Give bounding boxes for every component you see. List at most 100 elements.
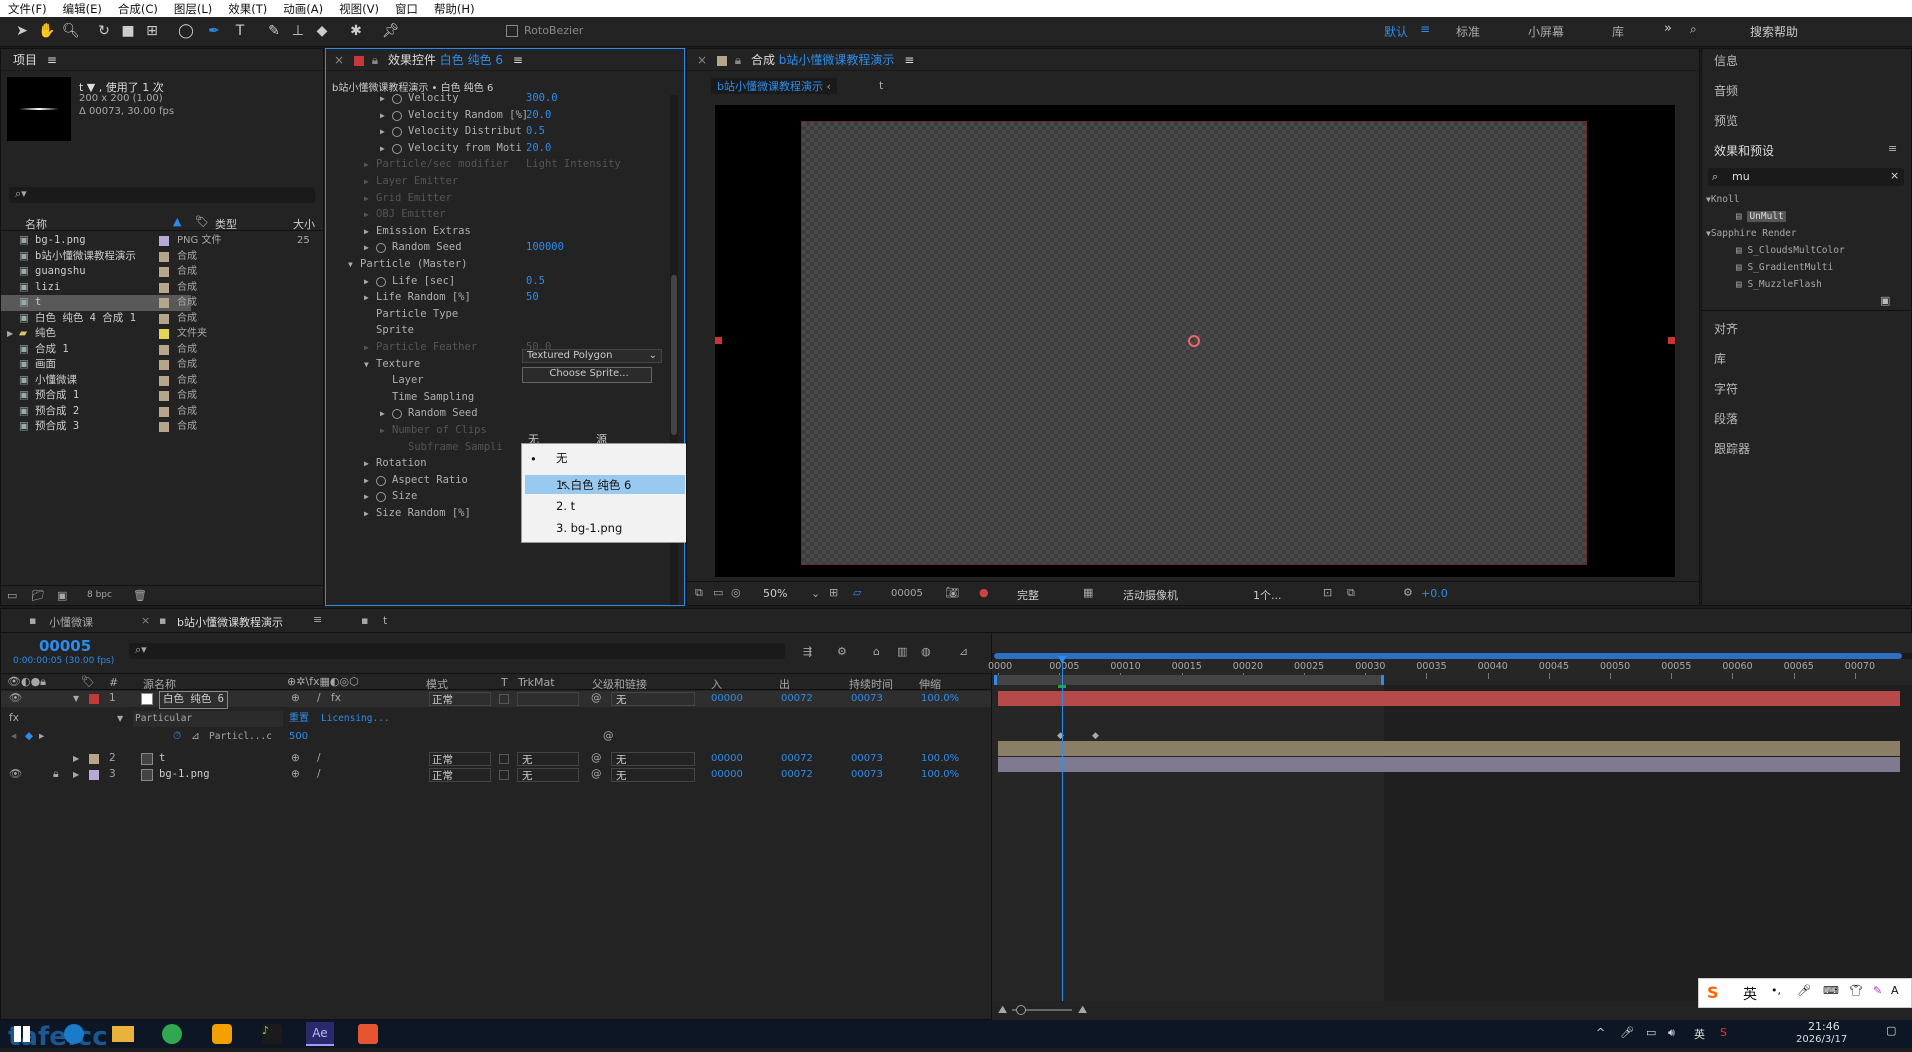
slides-icon[interactable]: [358, 1024, 378, 1044]
menu-window[interactable]: 窗口: [387, 1, 426, 17]
collapsed-triangle-icon[interactable]: ▶: [364, 456, 374, 472]
project-item[interactable]: ▣ 预合成 3 合成: [1, 419, 323, 435]
after-effects-icon[interactable]: Ae: [306, 1022, 334, 1046]
stopwatch-icon[interactable]: [392, 409, 402, 420]
frame-blend-icon[interactable]: ▥: [897, 645, 907, 658]
effect-property-value[interactable]: 100000: [526, 240, 564, 256]
label-swatch[interactable]: [159, 360, 169, 370]
anchor-point-icon[interactable]: [1188, 335, 1200, 347]
trash-icon[interactable]: 🗑︎: [133, 589, 147, 602]
project-item[interactable]: ▣ b站小懂微课教程演示 合成: [1, 249, 323, 265]
collapse-switch-icon[interactable]: ⊕: [291, 691, 300, 707]
effect-name[interactable]: Particular: [133, 711, 283, 727]
notification-icon[interactable]: ▢: [1886, 1024, 1896, 1037]
vr-icon[interactable]: ◎: [731, 586, 741, 599]
layer-duration[interactable]: 00073: [851, 751, 883, 767]
collapsed-triangle-icon[interactable]: ▶: [380, 91, 390, 107]
collapsed-triangle-icon[interactable]: ▶: [73, 767, 79, 783]
stopwatch-icon[interactable]: [376, 492, 386, 503]
ime-lang[interactable]: 英: [1694, 1026, 1705, 1042]
layer-row[interactable]: 👁︎ ▼ 1 白色 纯色 6 ⊕ / fx 正常 @ 无 00000 00072 00073 100.0%: [1, 691, 991, 709]
effect-property-row[interactable]: ▶ Number of Clips: [326, 423, 666, 439]
ellipse-tool-icon[interactable]: ◯: [178, 23, 194, 39]
keyboard-icon[interactable]: ⌨: [1823, 984, 1839, 997]
effect-item[interactable]: ▤ S_MuzzleFlash: [1736, 277, 1822, 293]
clone-stamp-tool-icon[interactable]: ⊥: [290, 23, 306, 39]
collapsed-triangle-icon[interactable]: ▶: [380, 423, 390, 439]
col-number[interactable]: #: [109, 676, 118, 689]
collapsed-triangle-icon[interactable]: ▶: [364, 340, 374, 356]
current-frame[interactable]: 00005: [891, 588, 923, 599]
project-item[interactable]: ▣ 预合成 2 合成: [1, 404, 323, 420]
effect-reset[interactable]: 重置: [289, 711, 309, 727]
quality-dropdown[interactable]: 完整: [1017, 587, 1039, 603]
navigator-range[interactable]: [994, 653, 1902, 659]
collapsed-triangle-icon[interactable]: ▶: [380, 108, 390, 124]
label-swatch[interactable]: [159, 313, 169, 324]
audio-panel-tab[interactable]: 音频: [1714, 82, 1738, 99]
stopwatch-icon[interactable]: [376, 276, 386, 287]
choose-sprite-button[interactable]: Choose Sprite...: [522, 367, 652, 383]
zoom-dropdown[interactable]: 50%: [763, 587, 787, 600]
stopwatch-icon[interactable]: [392, 127, 402, 138]
fit-icon[interactable]: ⊞: [829, 586, 838, 599]
preview-panel-tab[interactable]: 预览: [1714, 112, 1738, 129]
label-swatch[interactable]: [159, 422, 169, 432]
stopwatch-icon[interactable]: [392, 110, 402, 121]
fx-switch-icon[interactable]: fx: [331, 691, 341, 707]
popup-item-2[interactable]: 2. t: [556, 499, 575, 513]
workspace-default[interactable]: 默认: [1384, 23, 1408, 40]
character-panel-tab[interactable]: 字符: [1714, 380, 1738, 397]
layer-1-bar[interactable]: [998, 691, 1900, 706]
quality-switch-icon[interactable]: /: [317, 751, 321, 767]
property-value[interactable]: 500: [289, 729, 308, 745]
new-comp-icon[interactable]: ▣: [57, 589, 67, 602]
project-item[interactable]: ▣ t 合成: [1, 295, 197, 311]
pickwhip-icon[interactable]: @: [591, 691, 602, 707]
effect-property-value[interactable]: 20.0: [526, 108, 551, 124]
collapsed-triangle-icon[interactable]: ▶: [364, 157, 374, 173]
layer-in-point[interactable]: 00000: [711, 691, 743, 707]
layer-search-input[interactable]: ⌕▾: [129, 643, 785, 659]
project-item[interactable]: ▣ lizi 合成: [1, 280, 323, 296]
trkmat-dropdown[interactable]: 无: [517, 768, 579, 782]
effect-property-value[interactable]: 20.0: [526, 141, 551, 157]
effect-property-row[interactable]: ▶ Velocity Random [%] 20.0: [326, 108, 666, 124]
project-item[interactable]: ▣ bg-1.png PNG 文件 25: [1, 233, 323, 249]
effect-item[interactable]: ▤ UnMult: [1736, 209, 1786, 225]
expand-triangle-icon[interactable]: ▶: [7, 326, 13, 342]
navigator-bar[interactable]: [992, 653, 1912, 659]
tracker-panel-tab[interactable]: 跟踪器: [1714, 440, 1750, 457]
layer-2-bar[interactable]: [998, 741, 1900, 756]
layer-label-swatch[interactable]: [89, 694, 99, 704]
effect-property-row[interactable]: ▶ Layer Emitter: [326, 174, 666, 190]
pan-behind-tool-icon[interactable]: ⊞: [144, 23, 160, 39]
effect-row[interactable]: fx ▼ Particular 重置 Licensing...: [1, 711, 991, 727]
collapsed-triangle-icon[interactable]: ▶: [380, 406, 390, 422]
snapshot-icon[interactable]: 📷︎: [945, 586, 959, 599]
menu-help[interactable]: 帮助(H): [426, 1, 483, 17]
effect-property-row[interactable]: ▶ Emission Extras: [326, 224, 666, 240]
popup-item-none[interactable]: 无: [556, 450, 568, 466]
stopwatch-icon[interactable]: [376, 243, 386, 254]
punctuation-icon[interactable]: •,: [1771, 984, 1781, 997]
project-search-input[interactable]: ⌕▾: [9, 187, 315, 203]
menu-view[interactable]: 视图(V): [331, 1, 387, 17]
tray-overflow-icon[interactable]: ^: [1596, 1026, 1605, 1039]
close-icon[interactable]: ×: [697, 53, 707, 67]
align-panel-tab[interactable]: 对齐: [1714, 320, 1738, 337]
timeline-tab-3[interactable]: t: [383, 614, 387, 627]
zoom-out-icon[interactable]: ⛰: [998, 1003, 1007, 1017]
taobao-icon[interactable]: [212, 1024, 232, 1044]
col-t[interactable]: T: [501, 676, 508, 689]
effects-search-input[interactable]: ⌕ mu ×: [1708, 168, 1904, 186]
collapsed-triangle-icon[interactable]: ▶: [364, 224, 374, 240]
col-duration[interactable]: 持续时间: [849, 676, 893, 692]
layer-out-point[interactable]: 00072: [781, 691, 813, 707]
playhead-line[interactable]: [1062, 661, 1063, 1001]
keyframe-add-icon[interactable]: ◆: [25, 729, 33, 745]
col-trkmat[interactable]: TrkMat: [518, 676, 555, 689]
preserve-transparency-checkbox[interactable]: [499, 754, 509, 764]
composition-viewer[interactable]: [715, 105, 1675, 577]
effect-property-row[interactable]: ▶ OBJ Emitter: [326, 207, 666, 223]
